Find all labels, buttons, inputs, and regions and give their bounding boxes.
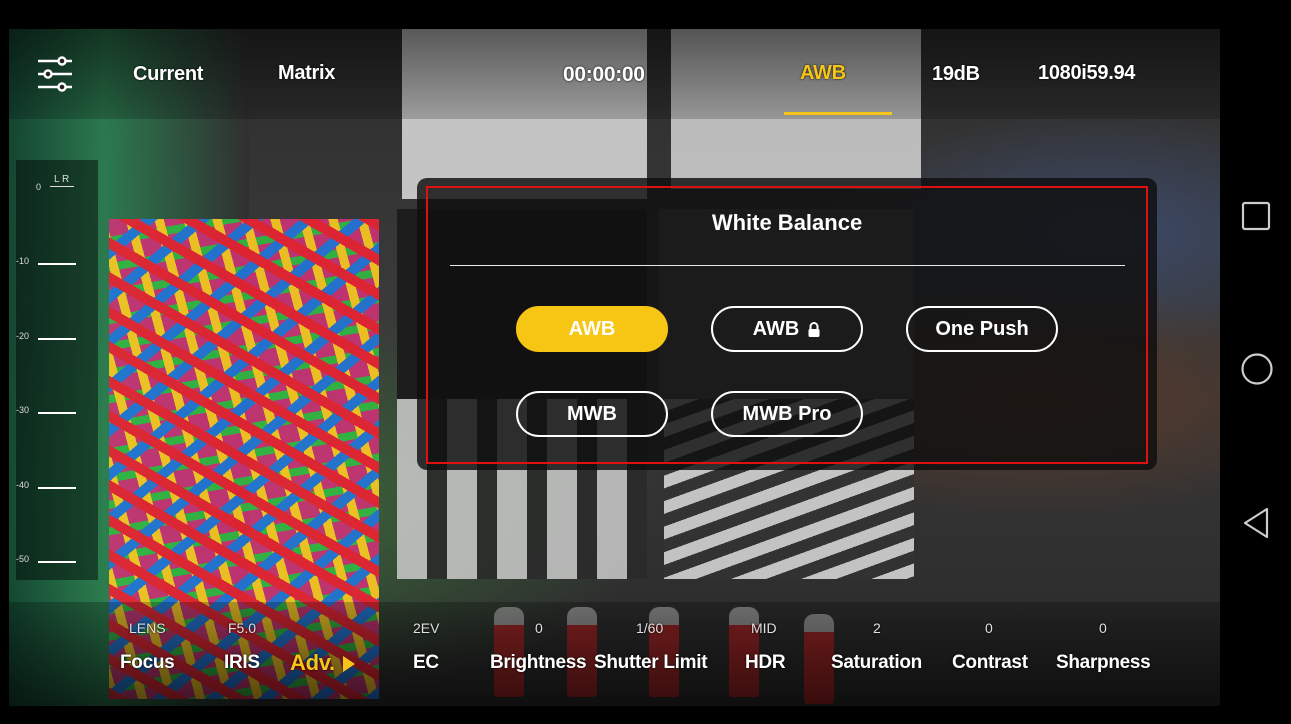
mwb-pro-button-label: MWB Pro — [742, 402, 832, 425]
panel-divider — [450, 265, 1125, 266]
mwb-pro-button[interactable]: MWB Pro — [711, 391, 863, 437]
iris-value: F5.0 — [228, 620, 257, 636]
mwb-button-label: MWB — [567, 402, 617, 425]
brightness-control[interactable]: Brightness — [490, 652, 587, 674]
matrix-label[interactable]: Matrix — [278, 62, 335, 85]
square-icon[interactable] — [1240, 200, 1272, 237]
focus-control[interactable]: Focus — [120, 652, 175, 674]
circle-icon[interactable] — [1240, 352, 1274, 391]
saturation-value: 2 — [873, 620, 881, 636]
one-push-button[interactable]: One Push — [906, 306, 1058, 352]
awb-button[interactable]: AWB — [516, 306, 668, 352]
sliders-icon[interactable] — [36, 55, 74, 93]
awb-button-label: AWB — [568, 317, 616, 340]
lock-icon — [807, 321, 821, 337]
timecode: 00:00:00 — [563, 63, 645, 86]
gain-status[interactable]: 19dB — [932, 63, 980, 86]
white-balance-status[interactable]: AWB — [800, 62, 846, 85]
meter-tick: -50 — [16, 554, 30, 564]
format-status[interactable]: 1080i59.94 — [1038, 62, 1135, 85]
iris-control[interactable]: IRIS — [224, 652, 260, 674]
triangle-back-icon[interactable] — [1240, 506, 1272, 545]
meter-channels: L R — [54, 174, 70, 185]
shutter-limit-value: 1/60 — [636, 620, 664, 636]
sharpness-value: 0 — [1099, 620, 1107, 636]
one-push-button-label: One Push — [935, 317, 1029, 340]
meter-tick: -30 — [16, 405, 30, 415]
awb-lock-button-label: AWB — [752, 317, 800, 340]
meter-channel-line — [50, 186, 74, 187]
audio-level-meter: L R 0 -10 -20 -30 -40 -50 — [16, 160, 98, 580]
meter-tick: -10 — [16, 256, 30, 266]
active-tab-indicator — [784, 112, 892, 115]
mwb-button[interactable]: MWB — [516, 391, 668, 437]
focus-value: LENS — [129, 620, 166, 636]
sharpness-control[interactable]: Sharpness — [1056, 652, 1151, 674]
current-label[interactable]: Current — [133, 63, 203, 86]
ec-value: 2EV — [413, 620, 440, 636]
hdr-control[interactable]: HDR — [745, 652, 786, 674]
advanced-control[interactable]: Adv. — [290, 650, 355, 676]
brightness-value: 0 — [535, 620, 543, 636]
panel-title: White Balance — [711, 210, 863, 235]
play-arrow-icon — [342, 656, 355, 673]
meter-tick: -40 — [16, 480, 30, 490]
hdr-value: MID — [751, 620, 777, 636]
ec-control[interactable]: EC — [413, 652, 439, 674]
meter-tick: -20 — [16, 331, 30, 341]
contrast-control[interactable]: Contrast — [952, 652, 1028, 674]
shutter-limit-control[interactable]: Shutter Limit — [594, 652, 708, 674]
advanced-label: Adv. — [290, 650, 335, 675]
awb-lock-button[interactable]: AWB — [711, 306, 863, 352]
meter-tick: 0 — [36, 182, 42, 192]
contrast-value: 0 — [985, 620, 993, 636]
saturation-control[interactable]: Saturation — [831, 652, 922, 674]
